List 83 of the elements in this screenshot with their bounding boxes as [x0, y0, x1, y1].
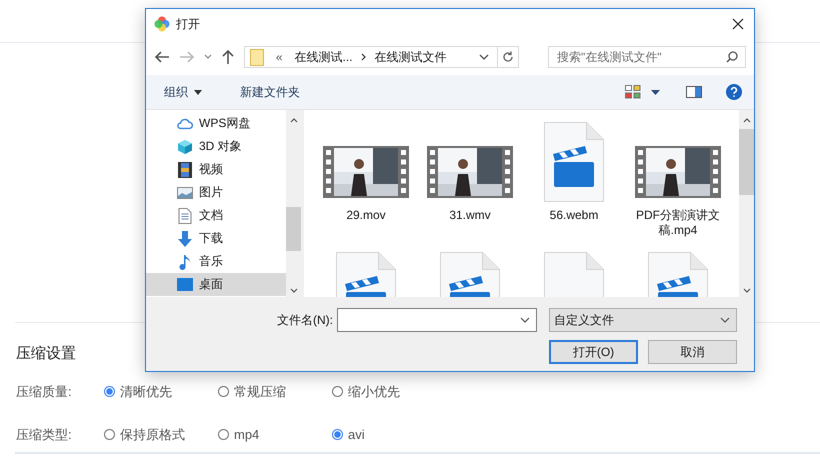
breadcrumb-overflow[interactable]: «: [276, 50, 283, 64]
toolbar-button[interactable]: 新建文件夹: [232, 82, 308, 102]
back-arrow-icon[interactable]: [154, 50, 170, 64]
nav-item[interactable]: 音乐: [146, 250, 286, 273]
caret-icon[interactable]: [651, 90, 660, 94]
nav-item[interactable]: 下载: [146, 227, 286, 250]
radio-button[interactable]: [332, 429, 343, 440]
option-label: avi: [348, 427, 365, 442]
nav-item[interactable]: 图片: [146, 181, 286, 204]
file-name-field[interactable]: [337, 308, 537, 332]
section-title: 压缩设置: [16, 344, 76, 364]
file-item[interactable]: 56.webm: [522, 120, 626, 240]
nav-item[interactable]: 桌面: [146, 273, 286, 296]
scrollbar-thumb[interactable]: [286, 207, 301, 251]
scrollbar[interactable]: [286, 110, 301, 297]
scroll-up-icon[interactable]: [290, 118, 298, 123]
file-item[interactable]: PDF分割演讲文稿.mp4: [626, 120, 730, 240]
file-item[interactable]: 29.mov: [314, 120, 418, 240]
scroll-up-icon[interactable]: [742, 118, 750, 123]
nav-item[interactable]: 文档: [146, 204, 286, 227]
close-icon[interactable]: [732, 18, 744, 30]
scrollbar[interactable]: [739, 110, 754, 297]
radio-button[interactable]: [218, 429, 229, 440]
video-file-icon: [544, 122, 604, 202]
cloud-icon: [177, 116, 193, 130]
window-title: 打开: [176, 16, 201, 32]
chevron-down-icon[interactable]: [520, 316, 530, 324]
chevron-down-icon[interactable]: [479, 54, 489, 60]
download-arrow-icon: [177, 230, 193, 246]
radio-option[interactable]: mp4: [218, 427, 332, 442]
address-bar[interactable]: « 在线测试... 在线测试文件: [244, 46, 519, 68]
radio-option[interactable]: 常规压缩: [218, 382, 332, 400]
chevron-right-icon: [360, 53, 367, 61]
document-icon: [177, 208, 193, 224]
caret-icon: [194, 90, 202, 94]
radio-button[interactable]: [104, 386, 115, 397]
folder-icon: [250, 48, 264, 66]
radio-option[interactable]: 保持原格式: [104, 426, 218, 444]
nav-item[interactable]: 视频: [146, 158, 286, 181]
app-logo-icon: [154, 16, 170, 32]
radio-button[interactable]: [332, 386, 343, 397]
view-options-icon[interactable]: [625, 85, 641, 99]
up-arrow-icon[interactable]: [220, 49, 235, 65]
radio-option[interactable]: avi: [332, 427, 446, 442]
film-icon: [177, 162, 193, 178]
image-icon: [177, 186, 193, 198]
chevron-down-icon: [720, 316, 730, 324]
scroll-down-icon[interactable]: [290, 288, 298, 293]
nav-item[interactable]: 3D 对象: [146, 135, 286, 158]
desktop-icon: [177, 278, 193, 291]
refresh-icon: [502, 51, 514, 63]
option-label: 清晰优先: [120, 382, 172, 400]
dialog-button[interactable]: 打开(O): [549, 340, 638, 364]
chevron-down-icon[interactable]: [204, 54, 212, 60]
option-label: mp4: [234, 427, 260, 442]
file-item[interactable]: 31.wmv: [418, 120, 522, 240]
toolbar-button[interactable]: 组织: [156, 82, 210, 102]
nav-item[interactable]: WPS网盘: [146, 112, 286, 135]
option-label: 缩小优先: [348, 382, 400, 400]
file-type-dropdown[interactable]: 自定义文件: [549, 308, 737, 332]
option-label: 保持原格式: [120, 426, 185, 444]
help-icon[interactable]: [726, 84, 742, 100]
breadcrumb-item[interactable]: 在线测试文件: [374, 48, 447, 66]
scroll-down-icon[interactable]: [742, 288, 750, 293]
file-name: 29.mov: [345, 208, 387, 223]
search-field[interactable]: 搜索"在线测试文件": [548, 46, 746, 68]
setting-label: 压缩类型:: [16, 426, 73, 444]
scrollbar-thumb[interactable]: [739, 129, 754, 195]
cube-icon: [177, 138, 193, 154]
dialog-button[interactable]: 取消: [648, 340, 737, 364]
file-name-label: 文件名(N):: [277, 312, 333, 328]
radio-option[interactable]: 缩小优先: [332, 382, 446, 400]
setting-label: 压缩质量:: [16, 382, 73, 400]
radio-button[interactable]: [104, 429, 115, 440]
radio-option[interactable]: 清晰优先: [104, 382, 218, 400]
file-name: 31.wmv: [448, 208, 492, 223]
option-label: 常规压缩: [234, 382, 286, 400]
file-name: PDF分割演讲文稿.mp4: [635, 208, 721, 238]
radio-button[interactable]: [218, 386, 229, 397]
preview-pane-icon[interactable]: [686, 86, 702, 98]
file-name: 56.webm: [548, 208, 600, 223]
breadcrumb-item[interactable]: 在线测试...: [294, 48, 353, 66]
search-icon: [726, 51, 738, 63]
